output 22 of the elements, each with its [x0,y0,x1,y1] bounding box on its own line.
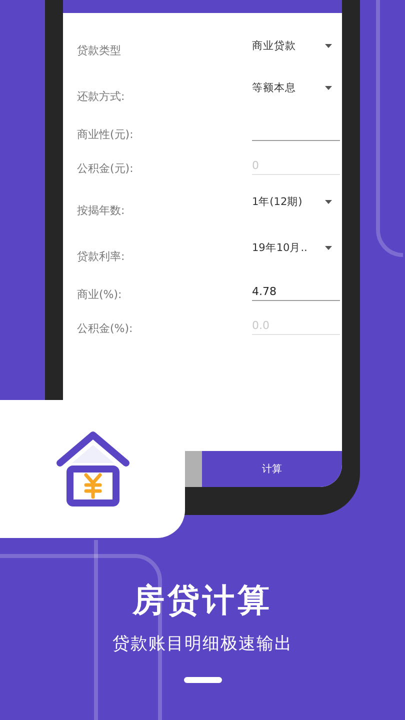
field-label: 按揭年数: [77,202,125,218]
calculate-button[interactable]: 计算 [202,451,342,487]
caret-icon [325,86,332,90]
dropdown[interactable]: 商业贷款 [252,39,340,53]
caret-icon [325,246,332,250]
promo-subtitle: 贷款账目明细极速输出 [112,633,292,655]
dropdown[interactable]: 1年(12期) [252,195,340,217]
field-label: 还款方式: [77,88,125,104]
field-label: 贷款类型 [77,42,121,58]
input-field[interactable]: 4.78 [252,283,340,301]
caret-icon [325,44,332,48]
dropdown[interactable]: 19年10月.. [252,241,340,263]
field-label: 贷款利率: [77,248,125,264]
field-label: 公积金(%): [77,320,133,336]
dropdown[interactable]: 等额本息 [252,81,340,103]
promo-title: 房贷计算 [132,580,272,621]
field-label: 商业(%): [77,286,122,302]
page-indicator [184,677,222,683]
caret-icon [325,200,332,204]
field-label: 公积金(元): [77,160,134,176]
house-icon [54,429,132,509]
field-label: 商业性(元): [77,126,134,142]
